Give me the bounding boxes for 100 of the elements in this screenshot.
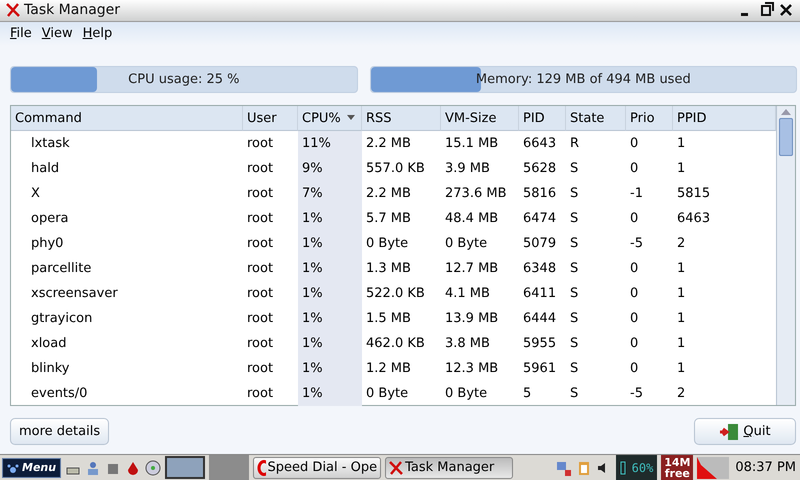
table-cell-text: lxtask xyxy=(30,135,71,153)
battery-indicator: 60% xyxy=(616,455,658,480)
meter-label: CPU usage: 25 % xyxy=(128,72,240,87)
table-cell: 11% xyxy=(298,131,362,156)
desktop-pager[interactable] xyxy=(165,456,206,479)
table-cell-text: 12.7 MB xyxy=(444,260,500,278)
column-header[interactable]: User xyxy=(243,106,298,131)
table-cell-text: 5955 xyxy=(522,335,558,353)
network-icon[interactable] xyxy=(556,460,572,476)
x-logo-icon xyxy=(389,460,404,474)
start-menu-button[interactable]: Menu xyxy=(2,458,62,478)
paw-icon xyxy=(7,462,19,472)
table-cell-text: xscreensaver xyxy=(30,285,119,303)
column-header[interactable]: Command xyxy=(11,106,243,131)
table-cell-text: 2.2 MB xyxy=(365,135,412,153)
task-button[interactable]: Speed Dial - Ope xyxy=(253,456,382,478)
column-header[interactable]: RSS xyxy=(362,106,441,131)
table-cell-text: 6348 xyxy=(522,260,558,278)
table-cell-text: S xyxy=(569,235,580,253)
table-cell-text: 273.6 MB xyxy=(444,185,508,203)
table-cell-text: 0 xyxy=(629,335,640,353)
table-cell: 7% xyxy=(298,181,362,206)
column-header[interactable]: CPU% xyxy=(298,106,362,131)
table-cell-text: parcellite xyxy=(30,260,92,278)
table-cell-text: 1 xyxy=(676,160,686,178)
table-cell-text: -5 xyxy=(629,385,644,403)
quit-button[interactable]: Quit xyxy=(694,418,796,445)
close-icon[interactable] xyxy=(778,2,794,18)
table-cell-text: 2 xyxy=(676,235,686,253)
table-cell-text: 0 Byte xyxy=(444,385,488,403)
table-cell-text: root xyxy=(246,360,274,378)
column-header[interactable]: PID xyxy=(519,106,566,131)
table-cell-text: blinky xyxy=(30,360,70,378)
table-cell-text: 1 xyxy=(676,335,686,353)
table-cell-text: root xyxy=(246,285,274,303)
menu-item[interactable]: File xyxy=(10,26,32,42)
table-cell-text: 3.8 MB xyxy=(444,335,491,353)
cpu-graph-icon xyxy=(697,456,730,478)
table-cell-text: 6474 xyxy=(522,210,558,228)
table-cell-text: 0 xyxy=(629,260,640,278)
table-cell-text: root xyxy=(246,385,274,403)
maximize-icon[interactable] xyxy=(758,2,774,18)
table-cell-text: 5.7 MB xyxy=(365,210,412,228)
table-cell-text: 522.0 KB xyxy=(365,285,426,303)
menu-item[interactable]: View xyxy=(42,26,73,42)
table-cell-text: 5628 xyxy=(522,160,558,178)
table-cell-text: 5961 xyxy=(522,360,558,378)
column-header[interactable]: Prio xyxy=(626,106,673,131)
table-cell-text: root xyxy=(246,235,274,253)
table-cell-text: -5 xyxy=(629,235,644,253)
table-cell-text: R xyxy=(569,135,580,153)
table-cell-text: S xyxy=(569,210,580,228)
exit-door-icon xyxy=(719,422,740,440)
menu-item[interactable]: Help xyxy=(82,26,112,42)
table-cell-text: 0 xyxy=(629,360,640,378)
x-logo-icon xyxy=(6,3,20,18)
table-cell-text: xload xyxy=(30,335,68,353)
table-cell-text: -1 xyxy=(629,185,644,203)
table-cell: 1% xyxy=(298,381,362,406)
scroll-up-icon[interactable] xyxy=(781,108,791,116)
table-cell: 1% xyxy=(298,256,362,281)
table-cell-text: 12.3 MB xyxy=(444,360,500,378)
column-header[interactable]: PPID xyxy=(673,106,776,131)
table-cell-text: 1 xyxy=(676,360,686,378)
sort-arrow-icon xyxy=(346,115,355,121)
table-cell-text: 6444 xyxy=(522,310,558,328)
battery-icon xyxy=(620,460,626,474)
table-cell-text: 2 xyxy=(676,385,686,403)
scroll-thumb[interactable] xyxy=(779,118,793,156)
table-cell-text: 1 xyxy=(676,260,686,278)
table-cell-text: events/0 xyxy=(30,385,88,403)
table-cell-text: 1.5 MB xyxy=(365,310,412,328)
table-cell-text: root xyxy=(246,160,274,178)
table-cell-text: 0 Byte xyxy=(365,385,410,403)
column-header[interactable]: VM-Size xyxy=(441,106,519,131)
table-cell-text: 2.2 MB xyxy=(365,185,412,203)
table-cell-text: S xyxy=(569,360,580,378)
scrollbar[interactable] xyxy=(776,106,795,405)
table-cell-text: S xyxy=(569,385,580,403)
table-cell-text: opera xyxy=(30,210,70,228)
table-cell: 1% xyxy=(298,231,362,256)
table-cell-text: 15.1 MB xyxy=(444,135,500,153)
table-cell-text: S xyxy=(569,160,580,178)
table-cell-text: 13.9 MB xyxy=(444,310,500,328)
table-cell-text: 5 xyxy=(522,385,532,403)
table-cell-text: S xyxy=(569,335,580,353)
table-cell: 1% xyxy=(298,306,362,331)
table-cell-text: root xyxy=(246,185,274,203)
table-cell-text: 462.0 KB xyxy=(365,335,426,353)
disc-icon[interactable] xyxy=(145,460,162,476)
table-cell: 9% xyxy=(298,156,362,181)
task-button[interactable]: Task Manager xyxy=(385,456,514,478)
table-cell-text: S xyxy=(569,310,580,328)
column-header[interactable]: State xyxy=(566,106,626,131)
table-cell-text: S xyxy=(569,185,580,203)
more-details-button[interactable]: more details xyxy=(10,418,110,445)
memory-monitor: 14M free xyxy=(661,455,694,480)
table-cell-text: root xyxy=(246,135,274,153)
table-cell-text: 4.1 MB xyxy=(444,285,491,303)
table-cell: 1% xyxy=(298,206,362,231)
